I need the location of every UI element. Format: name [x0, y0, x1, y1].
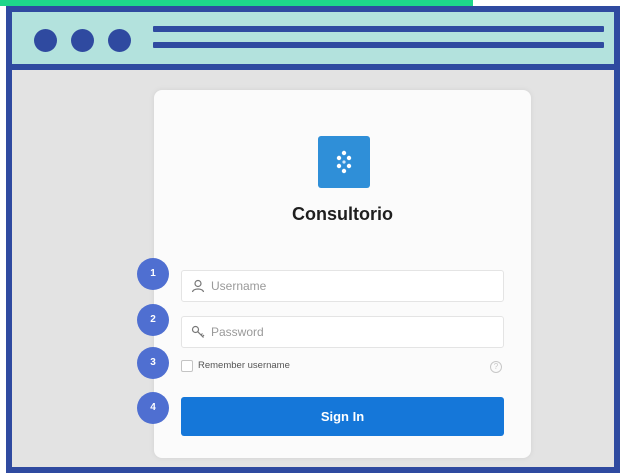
password-field[interactable]: Password	[181, 316, 504, 348]
user-icon	[191, 279, 205, 293]
window-dot-3	[108, 29, 131, 52]
username-placeholder: Username	[211, 279, 267, 293]
help-circle-icon[interactable]: ?	[490, 361, 502, 373]
window-titlebar	[12, 12, 614, 70]
dots-cluster-icon	[318, 136, 370, 188]
window-dot-1	[34, 29, 57, 52]
remember-username-checkbox[interactable]	[181, 360, 193, 372]
step-badge-1: 1	[137, 258, 169, 290]
browser-window: Consultorio Username Password Remember u…	[6, 6, 620, 473]
app-title: Consultorio	[292, 204, 393, 224]
step-badge-2: 2	[137, 304, 169, 336]
login-card: Consultorio Username Password Remember u…	[154, 90, 531, 458]
title-line-2	[153, 42, 604, 48]
password-placeholder: Password	[211, 325, 264, 339]
key-icon	[191, 325, 205, 339]
window-dot-2	[71, 29, 94, 52]
remember-username-label[interactable]: Remember username	[198, 360, 290, 371]
step-badge-4: 4	[137, 392, 169, 424]
username-field[interactable]: Username	[181, 270, 504, 302]
step-badge-3: 3	[137, 347, 169, 379]
sign-in-button[interactable]: Sign In	[181, 397, 504, 436]
title-line-1	[153, 26, 604, 32]
